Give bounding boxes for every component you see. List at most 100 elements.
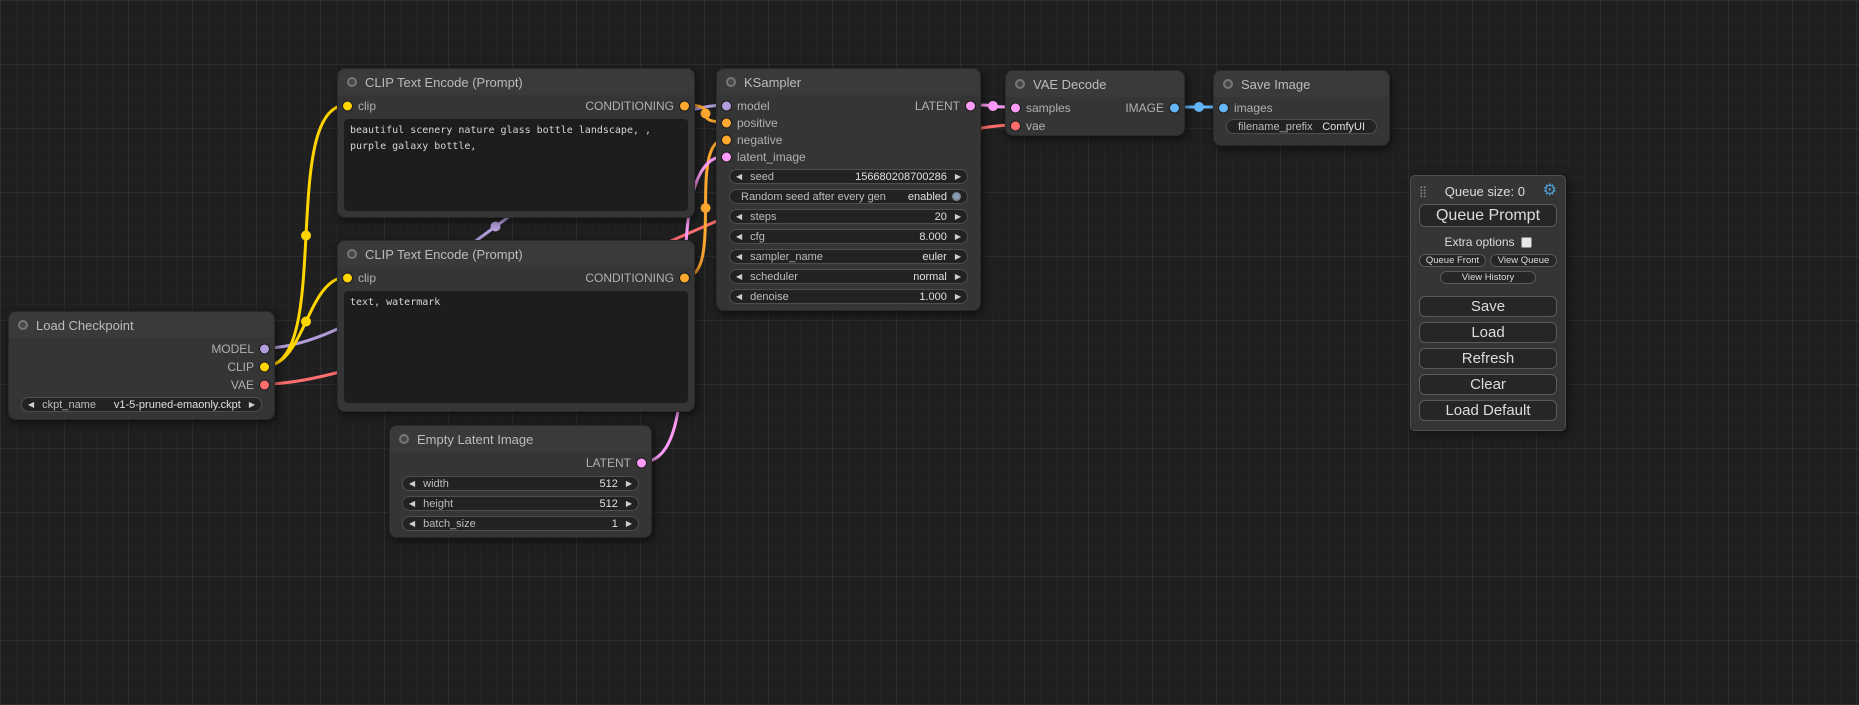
widget-width[interactable]: ◀ width 512 ▶ — [402, 476, 639, 491]
increment-arrow-icon[interactable]: ▶ — [249, 401, 255, 409]
wire-midpoint-dot[interactable] — [988, 101, 998, 111]
widget-label: scheduler — [750, 271, 798, 283]
widget-label: steps — [750, 211, 776, 223]
input-port-clip[interactable] — [343, 274, 352, 283]
slot-label: latent_image — [737, 150, 806, 164]
output-port-latent[interactable] — [637, 459, 646, 468]
wire-midpoint-dot[interactable] — [701, 109, 711, 119]
widget-steps[interactable]: ◀ steps 20 ▶ — [729, 209, 968, 224]
slot-row: samples IMAGE — [1006, 99, 1184, 117]
increment-arrow-icon[interactable]: ▶ — [955, 293, 961, 301]
decrement-arrow-icon[interactable]: ◀ — [736, 253, 742, 261]
view-history-button[interactable]: View History — [1440, 271, 1536, 284]
node-header[interactable]: Save Image — [1214, 71, 1389, 97]
decrement-arrow-icon[interactable]: ◀ — [736, 273, 742, 281]
output-port-conditioning[interactable] — [680, 102, 689, 111]
widget-scheduler[interactable]: ◀ scheduler normal ▶ — [729, 269, 968, 284]
output-port-image[interactable] — [1170, 104, 1179, 113]
output-port-model[interactable] — [260, 345, 269, 354]
wire-midpoint-dot[interactable] — [301, 317, 311, 327]
extra-options-checkbox[interactable] — [1521, 237, 1532, 248]
node-header[interactable]: Empty Latent Image — [390, 426, 651, 452]
wire-midpoint-dot[interactable] — [491, 222, 501, 232]
node-header[interactable]: VAE Decode — [1006, 71, 1184, 97]
increment-arrow-icon[interactable]: ▶ — [955, 213, 961, 221]
decrement-arrow-icon[interactable]: ◀ — [409, 500, 415, 508]
refresh-button[interactable]: Refresh — [1419, 348, 1557, 369]
decrement-arrow-icon[interactable]: ◀ — [736, 233, 742, 241]
view-queue-button[interactable]: View Queue — [1490, 254, 1557, 267]
collapse-dot-icon[interactable] — [347, 249, 357, 259]
node-ksampler[interactable]: KSampler model LATENT positive negative … — [716, 68, 981, 311]
input-port-negative[interactable] — [722, 135, 731, 144]
collapse-dot-icon[interactable] — [726, 77, 736, 87]
node-save-image[interactable]: Save Image images filename_prefix ComfyU… — [1213, 70, 1390, 146]
queue-front-button[interactable]: Queue Front — [1419, 254, 1486, 267]
input-port-clip[interactable] — [343, 102, 352, 111]
input-port-model[interactable] — [722, 101, 731, 110]
save-button[interactable]: Save — [1419, 296, 1557, 317]
decrement-arrow-icon[interactable]: ◀ — [409, 480, 415, 488]
input-port-positive[interactable] — [722, 118, 731, 127]
node-header[interactable]: CLIP Text Encode (Prompt) — [338, 241, 694, 267]
load-button[interactable]: Load — [1419, 322, 1557, 343]
widget-filename-prefix[interactable]: filename_prefix ComfyUI — [1226, 119, 1377, 134]
widget-batch-size[interactable]: ◀ batch_size 1 ▶ — [402, 516, 639, 531]
increment-arrow-icon[interactable]: ▶ — [955, 253, 961, 261]
decrement-arrow-icon[interactable]: ◀ — [736, 173, 742, 181]
toggle-knob-icon[interactable] — [952, 192, 961, 201]
wire-midpoint-dot[interactable] — [1194, 102, 1204, 112]
drag-handle-icon[interactable]: ⣿ — [1419, 185, 1427, 198]
output-port-vae[interactable] — [260, 381, 269, 390]
widget-cfg[interactable]: ◀ cfg 8.000 ▶ — [729, 229, 968, 244]
widget-sampler-name[interactable]: ◀ sampler_name euler ▶ — [729, 249, 968, 264]
collapse-dot-icon[interactable] — [1015, 79, 1025, 89]
widget-seed[interactable]: ◀ seed 156680208700286 ▶ — [729, 169, 968, 184]
input-port-latent-image[interactable] — [722, 152, 731, 161]
output-port-clip[interactable] — [260, 363, 269, 372]
node-header[interactable]: CLIP Text Encode (Prompt) — [338, 69, 694, 95]
clear-button[interactable]: Clear — [1419, 374, 1557, 395]
prompt-textarea[interactable]: beautiful scenery nature glass bottle la… — [344, 119, 688, 211]
queue-prompt-button[interactable]: Queue Prompt — [1419, 204, 1557, 227]
slot-label: VAE — [231, 378, 254, 392]
wire-midpoint-dot[interactable] — [301, 231, 311, 241]
increment-arrow-icon[interactable]: ▶ — [955, 233, 961, 241]
prompt-textarea[interactable]: text, watermark — [344, 291, 688, 403]
widget-value: 512 — [599, 498, 617, 510]
load-default-button[interactable]: Load Default — [1419, 400, 1557, 421]
widget-height[interactable]: ◀ height 512 ▶ — [402, 496, 639, 511]
node-vae-decode[interactable]: VAE Decode samples IMAGE vae — [1005, 70, 1185, 136]
node-header[interactable]: KSampler — [717, 69, 980, 95]
decrement-arrow-icon[interactable]: ◀ — [409, 520, 415, 528]
widget-denoise[interactable]: ◀ denoise 1.000 ▶ — [729, 289, 968, 304]
decrement-arrow-icon[interactable]: ◀ — [736, 293, 742, 301]
input-port-samples[interactable] — [1011, 104, 1020, 113]
node-clip-text-encode-negative[interactable]: CLIP Text Encode (Prompt) clip CONDITION… — [337, 240, 695, 412]
node-empty-latent-image[interactable]: Empty Latent Image LATENT ◀ width 512 ▶ … — [389, 425, 652, 538]
increment-arrow-icon[interactable]: ▶ — [626, 500, 632, 508]
node-clip-text-encode-positive[interactable]: CLIP Text Encode (Prompt) clip CONDITION… — [337, 68, 695, 218]
increment-arrow-icon[interactable]: ▶ — [955, 273, 961, 281]
decrement-arrow-icon[interactable]: ◀ — [28, 401, 34, 409]
widget-value: normal — [913, 271, 947, 283]
input-port-vae[interactable] — [1011, 122, 1020, 131]
widget-ckpt-name[interactable]: ◀ ckpt_name v1-5-pruned-emaonly.ckpt ▶ — [21, 397, 262, 412]
decrement-arrow-icon[interactable]: ◀ — [736, 213, 742, 221]
node-load-checkpoint[interactable]: Load Checkpoint MODEL CLIP VAE ◀ ckpt_na… — [8, 311, 275, 420]
collapse-dot-icon[interactable] — [18, 320, 28, 330]
increment-arrow-icon[interactable]: ▶ — [626, 480, 632, 488]
collapse-dot-icon[interactable] — [347, 77, 357, 87]
gear-icon[interactable]: ⚙ — [1543, 183, 1557, 199]
increment-arrow-icon[interactable]: ▶ — [955, 173, 961, 181]
collapse-dot-icon[interactable] — [399, 434, 409, 444]
collapse-dot-icon[interactable] — [1223, 79, 1233, 89]
input-port-images[interactable] — [1219, 104, 1228, 113]
output-port-latent[interactable] — [966, 101, 975, 110]
output-port-conditioning[interactable] — [680, 274, 689, 283]
node-title: CLIP Text Encode (Prompt) — [365, 75, 523, 90]
increment-arrow-icon[interactable]: ▶ — [626, 520, 632, 528]
node-header[interactable]: Load Checkpoint — [9, 312, 274, 338]
wire-midpoint-dot[interactable] — [701, 203, 711, 213]
widget-control-after-generate[interactable]: Random seed after every gen enabled — [729, 189, 968, 204]
